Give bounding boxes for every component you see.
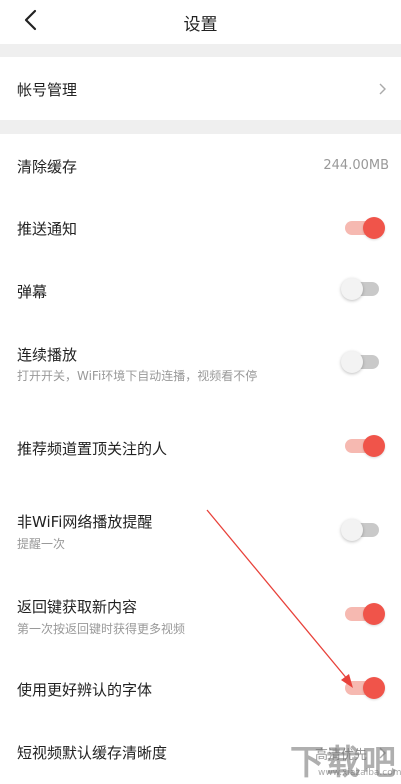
readable-font-item: 使用更好辨认的字体	[0, 659, 401, 722]
readable-font-label: 使用更好辨认的字体	[17, 681, 153, 699]
top-bar: 设置	[0, 0, 401, 44]
autoplay-description: 打开开关，WiFi环境下自动连播，视频看不停	[17, 369, 258, 383]
non-wifi-reminder-label: 非WiFi网络播放提醒	[17, 513, 153, 531]
danmu-toggle[interactable]	[341, 278, 385, 300]
pin-followed-toggle[interactable]	[341, 435, 385, 457]
chevron-right-icon	[379, 83, 386, 95]
page-title: 设置	[183, 15, 218, 35]
back-key-refresh-label: 返回键获取新内容	[17, 598, 138, 616]
toggle-knob	[363, 217, 385, 239]
short-video-cache-quality-label: 短视频默认缓存清晰度	[17, 744, 168, 762]
readable-font-toggle[interactable]	[341, 677, 385, 699]
back-key-refresh-description: 第一次按返回键时获得更多视频	[17, 622, 186, 636]
pin-followed-item: 推荐频道置顶关注的人	[0, 413, 401, 480]
push-notification-item: 推送通知	[0, 197, 401, 260]
watermark-url: www.xiazaiba.com	[318, 768, 401, 778]
non-wifi-reminder-description: 提醒一次	[17, 537, 66, 551]
pin-followed-label: 推荐频道置顶关注的人	[17, 440, 168, 458]
autoplay-label: 连续播放	[17, 346, 78, 364]
non-wifi-reminder-item: 非WiFi网络播放提醒 提醒一次	[0, 480, 401, 570]
non-wifi-reminder-toggle[interactable]	[341, 519, 385, 541]
toggle-knob	[363, 435, 385, 457]
clear-cache-label: 清除缓存	[17, 158, 78, 176]
toggle-knob	[341, 278, 363, 300]
danmu-label: 弹幕	[17, 283, 48, 301]
back-key-refresh-item: 返回键获取新内容 第一次按返回键时获得更多视频	[0, 570, 401, 659]
account-management-label: 帐号管理	[17, 81, 78, 99]
cache-size-value: 244.00MB	[323, 158, 389, 173]
account-management-item[interactable]: 帐号管理	[0, 57, 401, 120]
push-notification-toggle[interactable]	[341, 217, 385, 239]
section-divider	[0, 44, 401, 57]
autoplay-item: 连续播放 打开开关，WiFi环境下自动连播，视频看不停	[0, 323, 401, 413]
section-divider	[0, 120, 401, 134]
toggle-knob	[341, 351, 363, 373]
toggle-knob	[363, 677, 385, 699]
danmu-item: 弹幕	[0, 260, 401, 323]
back-key-refresh-toggle[interactable]	[341, 603, 385, 625]
autoplay-toggle[interactable]	[341, 351, 385, 373]
clear-cache-item[interactable]: 清除缓存 244.00MB	[0, 134, 401, 197]
toggle-knob	[363, 603, 385, 625]
toggle-knob	[341, 519, 363, 541]
push-notification-label: 推送通知	[17, 220, 78, 238]
